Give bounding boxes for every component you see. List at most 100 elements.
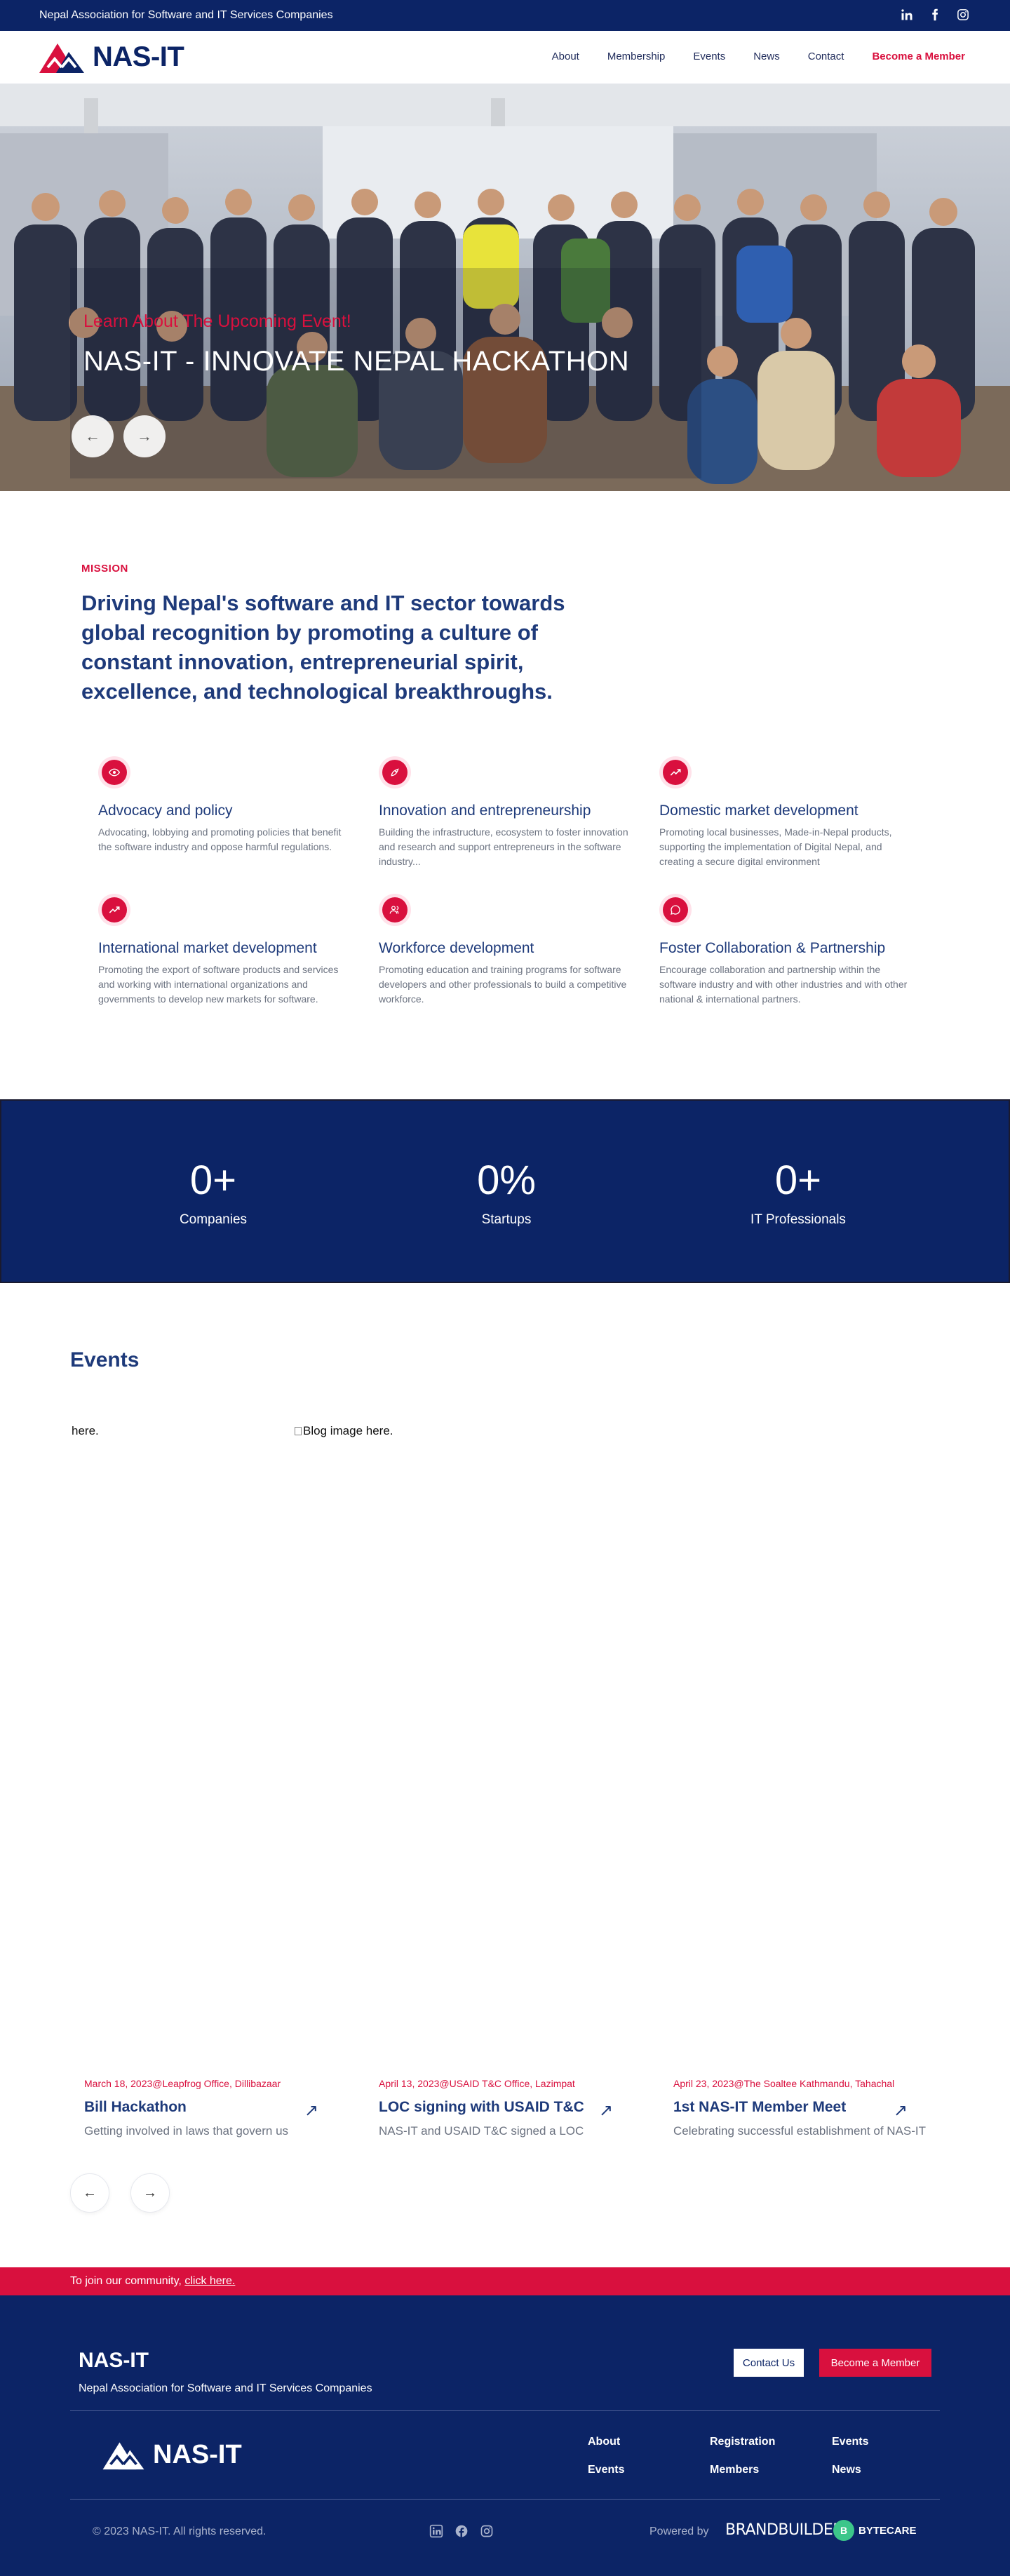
footer-links: About Registration Events Events Members… bbox=[588, 2436, 910, 2492]
feature-description: Promoting education and training program… bbox=[379, 964, 627, 1005]
footer-link-members[interactable]: Members bbox=[710, 2464, 759, 2476]
arrow-up-right-icon[interactable]: ↗ bbox=[304, 2100, 318, 2121]
top-bar: Nepal Association for Software and IT Se… bbox=[0, 0, 1010, 31]
chat-icon bbox=[663, 897, 688, 923]
instagram-icon[interactable] bbox=[955, 7, 971, 22]
nav-events[interactable]: Events bbox=[693, 51, 725, 62]
event-card[interactable]: April 23, 2023@The Soaltee Kathmandu, Ta… bbox=[661, 2067, 926, 2141]
feature-card: Workforce development Promoting educatio… bbox=[379, 894, 631, 1007]
event-description: Getting involved in laws that govern us bbox=[84, 2124, 289, 2138]
logo-mark-icon bbox=[102, 2442, 144, 2470]
topbar-tagline: Nepal Association for Software and IT Se… bbox=[39, 9, 333, 21]
powered-by-text: Powered by bbox=[649, 2525, 709, 2537]
users-icon bbox=[382, 897, 408, 923]
event-description: NAS-IT and USAID T&C signed a LOC bbox=[379, 2124, 584, 2138]
footer-org-name: NAS-IT bbox=[79, 2349, 149, 2372]
nav-contact[interactable]: Contact bbox=[808, 51, 844, 62]
nav-about[interactable]: About bbox=[552, 51, 579, 62]
arrow-right-icon: → bbox=[143, 2185, 157, 2201]
nav-menu: About Membership Events News Contact Bec… bbox=[552, 51, 965, 62]
events-heading: Events bbox=[70, 1348, 140, 1371]
site-footer: NAS-IT Nepal Association for Software an… bbox=[0, 2295, 1010, 2576]
stat-value: 0% bbox=[477, 1158, 536, 1203]
contact-us-button[interactable]: Contact Us bbox=[734, 2349, 804, 2377]
footer-logo-text: NAS-IT bbox=[153, 2439, 242, 2469]
copyright-text: © 2023 NAS-IT. All rights reserved. bbox=[93, 2525, 267, 2537]
stat-it-professionals: 0+ IT Professionals bbox=[707, 1157, 889, 1228]
feature-card: Advocacy and policy Advocating, lobbying… bbox=[98, 756, 351, 854]
event-date: April 13, 2023@USAID T&C Office, Lazimpa… bbox=[379, 2078, 575, 2089]
topbar-social-links bbox=[899, 7, 971, 22]
bytecare-logo[interactable]: B BYTECARE bbox=[833, 2520, 917, 2541]
feature-title: Advocacy and policy bbox=[98, 803, 233, 819]
linkedin-icon[interactable] bbox=[429, 2524, 443, 2542]
nav-news[interactable]: News bbox=[753, 51, 780, 62]
events-prev-button[interactable]: ← bbox=[70, 2173, 109, 2213]
rocket-icon bbox=[382, 760, 408, 785]
stat-value: 0+ bbox=[774, 1158, 822, 1203]
trending-up-icon bbox=[663, 760, 688, 785]
join-link[interactable]: click here. bbox=[184, 2275, 235, 2287]
footer-link-events[interactable]: Events bbox=[832, 2436, 868, 2448]
join-community-bar: To join our community, click here. bbox=[0, 2267, 1010, 2295]
event-card[interactable]: March 18, 2023@Leapfrog Office, Dillibaz… bbox=[72, 2067, 331, 2141]
hero-prev-button[interactable]: ← bbox=[72, 415, 114, 457]
event-title[interactable]: Bill Hackathon bbox=[84, 2099, 187, 2116]
eye-icon bbox=[102, 760, 127, 785]
footer-logo[interactable]: NAS-IT bbox=[100, 2439, 242, 2471]
feature-description: Promoting the export of software product… bbox=[98, 964, 339, 1005]
feature-title: Domestic market development bbox=[659, 803, 858, 819]
stats-band: 0+ Companies 0% Startups 0+ IT Professio… bbox=[0, 1099, 1010, 1283]
mission-statement: Driving Nepal's software and IT sector t… bbox=[81, 591, 565, 704]
footer-link-events[interactable]: Events bbox=[588, 2464, 624, 2476]
feature-card: Innovation and entrepreneurship Building… bbox=[379, 756, 631, 869]
arrow-up-right-icon[interactable]: ↗ bbox=[894, 2100, 908, 2121]
event-date: March 18, 2023@Leapfrog Office, Dillibaz… bbox=[84, 2078, 281, 2089]
stat-label: Startups bbox=[481, 1212, 532, 1227]
arrow-left-icon: ← bbox=[83, 2185, 97, 2201]
become-member-button[interactable]: Become a Member bbox=[819, 2349, 931, 2377]
blog-image-broken[interactable]: Blog image here. bbox=[295, 1424, 393, 1438]
bytecare-text: BYTECARE bbox=[858, 2524, 917, 2537]
feature-description: Promoting local businesses, Made-in-Nepa… bbox=[659, 826, 892, 867]
event-card[interactable]: April 13, 2023@USAID T&C Office, Lazimpa… bbox=[366, 2067, 626, 2141]
mission-section: MISSION Driving Nepal's software and IT … bbox=[81, 563, 628, 706]
hero-title: NAS-IT - INNOVATE NEPAL HACKATHON bbox=[83, 346, 630, 377]
facebook-icon[interactable] bbox=[927, 7, 943, 22]
event-date: April 23, 2023@The Soaltee Kathmandu, Ta… bbox=[673, 2078, 895, 2089]
footer-org-subtitle: Nepal Association for Software and IT Se… bbox=[79, 2382, 372, 2394]
arrow-right-icon: → bbox=[137, 427, 152, 445]
feature-title: Workforce development bbox=[379, 940, 534, 956]
events-next-button[interactable]: → bbox=[130, 2173, 170, 2213]
footer-link-news[interactable]: News bbox=[832, 2464, 861, 2476]
logo-mark-icon bbox=[39, 43, 84, 73]
feature-card: Domestic market development Promoting lo… bbox=[659, 756, 912, 869]
nav-membership[interactable]: Membership bbox=[607, 51, 666, 62]
feature-title: International market development bbox=[98, 940, 317, 956]
arrow-up-right-icon[interactable]: ↗ bbox=[599, 2100, 613, 2121]
stat-label: IT Professionals bbox=[750, 1212, 846, 1227]
broken-image-icon bbox=[295, 1427, 302, 1435]
feature-description: Building the infrastructure, ecosystem t… bbox=[379, 826, 628, 867]
bytecare-icon: B bbox=[833, 2520, 854, 2541]
brandbuilder-logo[interactable]: BRANDBUILDER bbox=[725, 2521, 844, 2539]
feature-card: Foster Collaboration & Partnership Encou… bbox=[659, 894, 912, 1007]
stat-companies: 0+ Companies bbox=[122, 1157, 304, 1228]
site-logo[interactable]: NAS-IT bbox=[36, 38, 184, 76]
nav-become-member[interactable]: Become a Member bbox=[872, 51, 965, 62]
instagram-icon[interactable] bbox=[480, 2524, 494, 2542]
event-title[interactable]: LOC signing with USAID T&C bbox=[379, 2099, 584, 2116]
linkedin-icon[interactable] bbox=[899, 7, 915, 22]
hero-next-button[interactable]: → bbox=[123, 415, 166, 457]
footer-divider bbox=[70, 2499, 940, 2500]
feature-card: International market development Promoti… bbox=[98, 894, 351, 1007]
blog-image-broken[interactable]: here. bbox=[72, 1424, 99, 1438]
hero-kicker[interactable]: Learn About The Upcoming Event! bbox=[83, 311, 351, 332]
logo-text: NAS-IT bbox=[93, 41, 184, 72]
blog-image-alt-text: Blog image here. bbox=[303, 1424, 393, 1437]
event-title[interactable]: 1st NAS-IT Member Meet bbox=[673, 2099, 846, 2116]
footer-link-registration[interactable]: Registration bbox=[710, 2436, 775, 2448]
facebook-icon[interactable] bbox=[454, 2524, 469, 2542]
footer-link-about[interactable]: About bbox=[588, 2436, 620, 2448]
feature-title: Innovation and entrepreneurship bbox=[379, 803, 591, 819]
